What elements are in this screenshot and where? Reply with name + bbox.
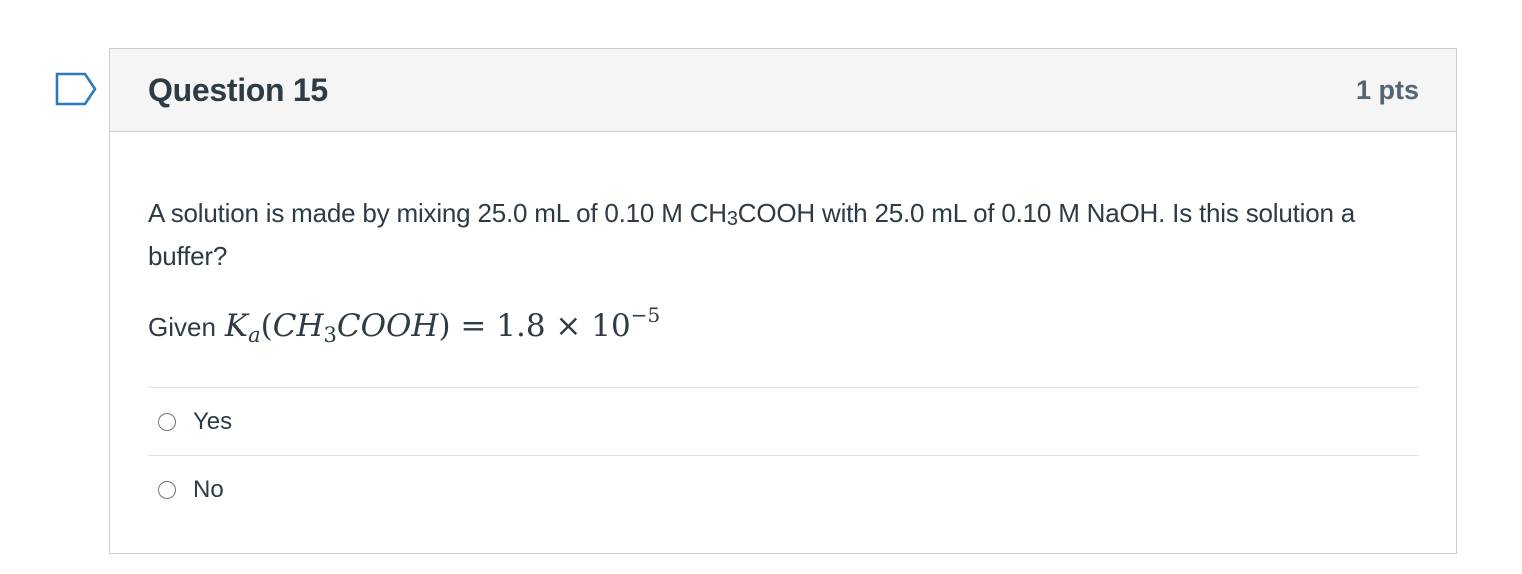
answer-label-no[interactable]: No bbox=[193, 476, 224, 504]
question-text: A solution is made by mixing 25.0 mL of … bbox=[148, 192, 1419, 278]
given-label: Given bbox=[148, 312, 216, 342]
math-open-paren: ( bbox=[260, 308, 273, 344]
question-card: Question 15 1 pts A solution is made by … bbox=[109, 48, 1457, 554]
math-ch-subscript: 3 bbox=[323, 323, 337, 347]
math-close-paren: ) bbox=[438, 308, 451, 344]
given-line: Given Ka(CH3COOH) = 1.8 × 10−5 bbox=[148, 303, 1419, 347]
question-points: 1 pts bbox=[1355, 74, 1419, 105]
question-text-subscript: 3 bbox=[726, 208, 738, 230]
answer-label-yes[interactable]: Yes bbox=[193, 408, 232, 436]
answer-list: Yes No bbox=[148, 387, 1419, 524]
math-cooh: COOH bbox=[336, 308, 439, 344]
question-body: A solution is made by mixing 25.0 mL of … bbox=[110, 192, 1456, 524]
question-header: Question 15 1 pts bbox=[110, 49, 1456, 132]
answer-option-yes[interactable]: Yes bbox=[148, 388, 1419, 456]
math-k: K bbox=[224, 308, 249, 344]
ka-equation: Ka(CH3COOH) = 1.8 × 10−5 bbox=[224, 303, 661, 347]
math-value: = 1.8 × 10 bbox=[450, 308, 631, 344]
math-k-subscript: a bbox=[248, 323, 261, 347]
radio-button-yes[interactable] bbox=[158, 412, 176, 431]
math-exponent: −5 bbox=[630, 303, 661, 327]
bookmark-flag-icon[interactable] bbox=[55, 72, 97, 106]
question-title: Question 15 bbox=[148, 71, 328, 108]
question-text-part1: A solution is made by mixing 25.0 mL of … bbox=[148, 198, 727, 228]
answer-option-no[interactable]: No bbox=[148, 456, 1419, 524]
math-ch: CH bbox=[272, 308, 324, 344]
radio-button-no[interactable] bbox=[158, 481, 176, 499]
